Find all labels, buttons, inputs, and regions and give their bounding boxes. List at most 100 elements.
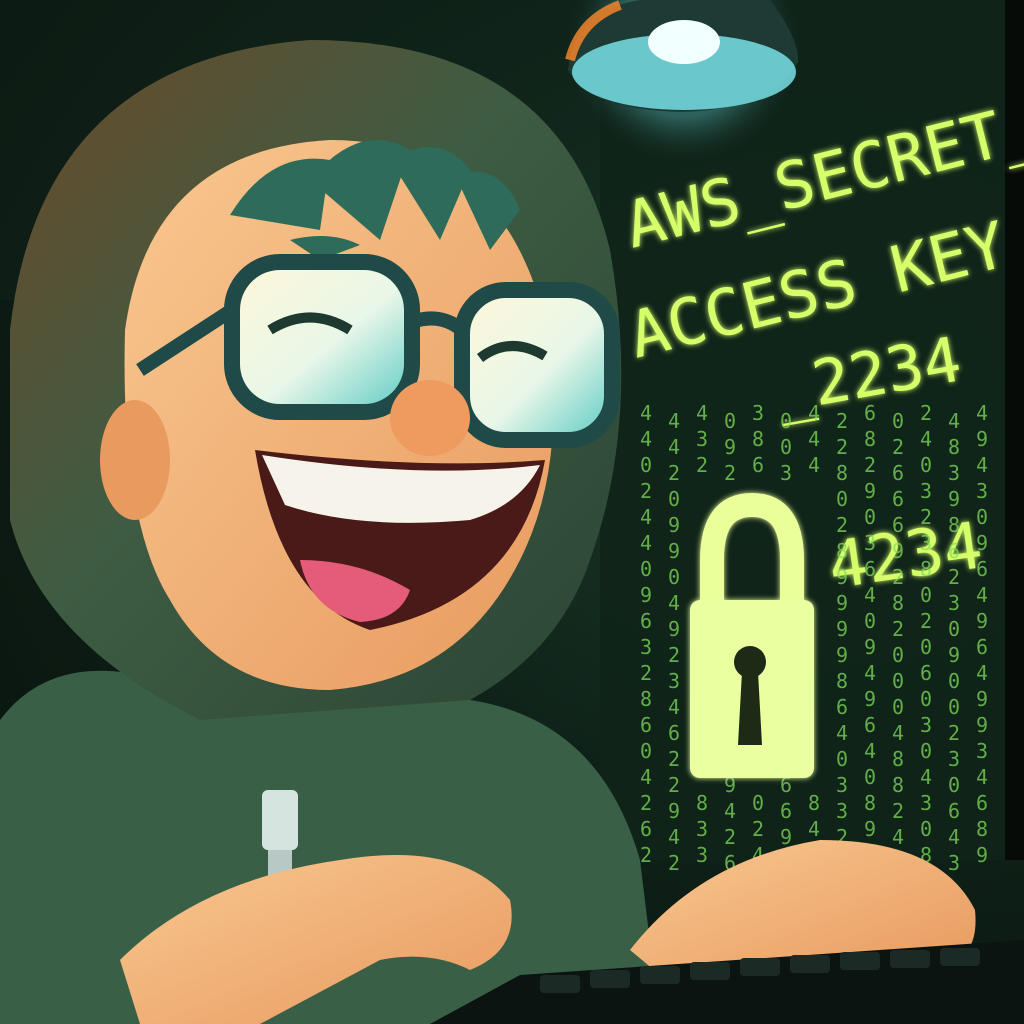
digit-glyph: 2 <box>724 461 736 485</box>
digit-glyph: 4 <box>668 435 680 459</box>
digit-glyph: 9 <box>892 539 904 563</box>
digit-glyph: 9 <box>976 687 988 711</box>
digit-glyph: 0 <box>920 817 932 841</box>
digit-glyph: 0 <box>864 765 876 789</box>
digit-glyph: 9 <box>836 643 848 667</box>
digit-glyph: 6 <box>948 799 960 823</box>
digit-glyph: 9 <box>640 583 652 607</box>
digit-glyph: 9 <box>976 609 988 633</box>
digit-glyph: 3 <box>920 531 932 555</box>
digit-glyph: 6 <box>892 487 904 511</box>
digit-glyph: 8 <box>836 539 848 563</box>
digit-glyph: 3 <box>696 843 708 867</box>
digit-glyph: 4 <box>640 505 652 529</box>
digit-glyph: 6 <box>752 453 764 477</box>
digit-glyph: 3 <box>920 713 932 737</box>
digit-glyph: 2 <box>640 791 652 815</box>
digit-glyph: 0 <box>920 583 932 607</box>
digit-glyph: 8 <box>920 557 932 581</box>
digit-glyph: 0 <box>892 669 904 693</box>
hacker-illustration: AWS_SECRET_ ACCESS KEY _2234 4234 440244… <box>0 0 1024 1024</box>
digit-glyph: 6 <box>864 401 876 425</box>
digit-glyph: 2 <box>668 851 680 875</box>
digit-glyph: 6 <box>948 539 960 563</box>
digit-glyph: 0 <box>668 487 680 511</box>
digit-glyph: 0 <box>948 773 960 797</box>
digit-glyph: 4 <box>948 409 960 433</box>
digit-glyph: 4 <box>668 409 680 433</box>
digit-glyph: 2 <box>892 435 904 459</box>
digit-glyph: 6 <box>892 461 904 485</box>
digit-glyph: 2 <box>640 843 652 867</box>
digit-glyph: 9 <box>976 713 988 737</box>
digit-glyph: 2 <box>920 401 932 425</box>
digit-glyph: 8 <box>864 791 876 815</box>
digit-glyph: 4 <box>920 427 932 451</box>
digit-glyph: 2 <box>892 617 904 641</box>
digit-glyph: 0 <box>920 453 932 477</box>
digit-glyph: 4 <box>668 591 680 615</box>
digit-glyph: 0 <box>836 747 848 771</box>
digit-glyph: 6 <box>976 791 988 815</box>
digit-glyph: 2 <box>892 799 904 823</box>
digit-glyph: 8 <box>640 687 652 711</box>
digit-glyph: 6 <box>892 513 904 537</box>
digit-glyph: 9 <box>864 687 876 711</box>
digit-glyph: 0 <box>948 695 960 719</box>
digit-glyph: 4 <box>808 427 820 451</box>
digit-glyph: 8 <box>976 817 988 841</box>
digit-glyph: 2 <box>668 747 680 771</box>
digit-glyph: 0 <box>780 409 792 433</box>
digit-glyph: 6 <box>864 557 876 581</box>
digit-glyph: 3 <box>976 739 988 763</box>
digit-glyph: 4 <box>948 825 960 849</box>
digit-glyph: 3 <box>948 851 960 875</box>
digit-glyph: 8 <box>892 747 904 771</box>
digit-glyph: 9 <box>976 531 988 555</box>
digit-glyph: 0 <box>948 617 960 641</box>
digit-glyph: 9 <box>836 591 848 615</box>
digit-glyph: 9 <box>668 539 680 563</box>
digit-glyph: 4 <box>640 765 652 789</box>
digit-glyph: 9 <box>780 825 792 849</box>
digit-glyph: 4 <box>640 531 652 555</box>
digit-glyph: 6 <box>640 713 652 737</box>
digit-glyph: 9 <box>864 635 876 659</box>
digit-glyph: 3 <box>948 591 960 615</box>
illustration-canvas: AWS_SECRET_ ACCESS KEY _2234 4234 440244… <box>0 0 1024 1024</box>
digit-glyph: 6 <box>920 661 932 685</box>
digit-glyph: 0 <box>780 435 792 459</box>
digit-glyph: 0 <box>920 635 932 659</box>
digit-glyph: 3 <box>920 479 932 503</box>
digit-glyph: 2 <box>668 461 680 485</box>
digit-glyph: 4 <box>976 453 988 477</box>
digit-glyph: 3 <box>780 461 792 485</box>
digit-glyph: 4 <box>976 765 988 789</box>
digit-glyph: 2 <box>836 435 848 459</box>
digit-glyph: 6 <box>976 635 988 659</box>
digit-glyph: 2 <box>892 565 904 589</box>
digit-glyph: 9 <box>724 435 736 459</box>
digit-glyph: 4 <box>724 799 736 823</box>
digit-glyph: 8 <box>892 773 904 797</box>
digit-glyph: 8 <box>836 461 848 485</box>
digit-glyph: 2 <box>640 479 652 503</box>
digit-glyph: 4 <box>892 721 904 745</box>
digit-glyph: 4 <box>864 739 876 763</box>
digit-glyph: 4 <box>668 825 680 849</box>
digit-glyph: 0 <box>976 505 988 529</box>
digit-glyph: 4 <box>976 583 988 607</box>
digit-glyph: 0 <box>640 739 652 763</box>
digit-glyph: 8 <box>696 791 708 815</box>
digit-glyph: 0 <box>948 669 960 693</box>
digit-glyph: 4 <box>892 825 904 849</box>
digit-glyph: 4 <box>668 695 680 719</box>
digit-glyph: 2 <box>920 609 932 633</box>
digit-glyph: 8 <box>864 427 876 451</box>
digit-glyph: 6 <box>780 799 792 823</box>
digit-glyph: 9 <box>976 427 988 451</box>
digit-glyph: 6 <box>668 721 680 745</box>
digit-glyph: 3 <box>948 747 960 771</box>
digit-glyph: 8 <box>948 435 960 459</box>
digit-glyph: 9 <box>864 479 876 503</box>
